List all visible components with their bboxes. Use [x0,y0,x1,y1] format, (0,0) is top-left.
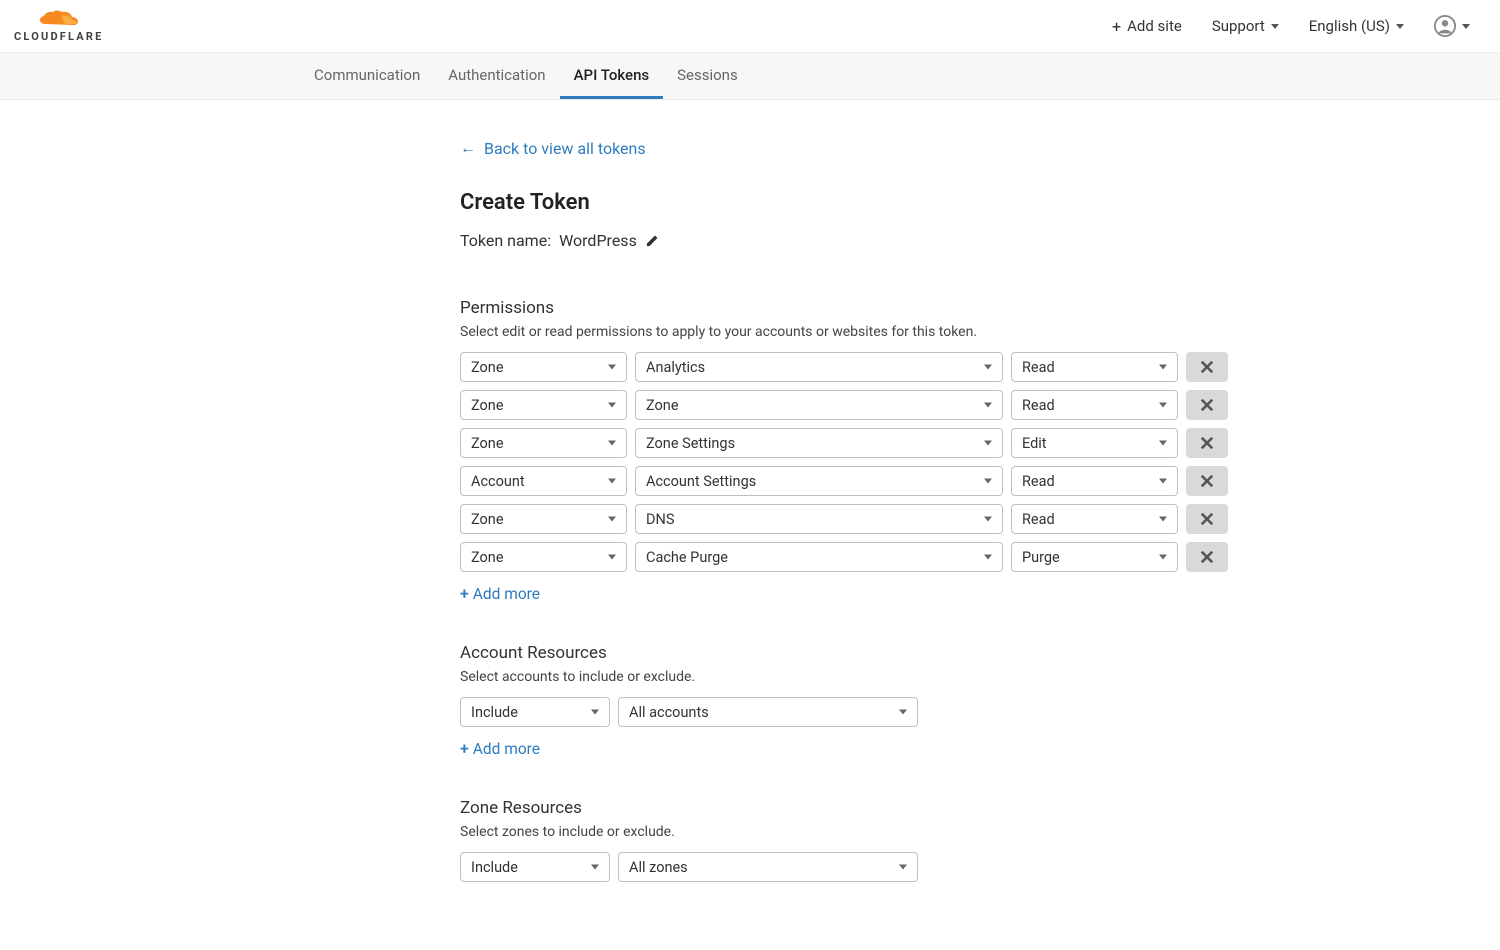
back-link-label: Back to view all tokens [484,139,646,158]
remove-permission-button[interactable] [1186,504,1228,534]
close-icon [1200,360,1214,374]
remove-permission-button[interactable] [1186,466,1228,496]
permission-scope-select[interactable]: Account [460,466,627,496]
remove-permission-button[interactable] [1186,428,1228,458]
permission-access-select[interactable]: Read [1011,390,1178,420]
close-icon [1200,512,1214,526]
permissions-section: Permissions Select edit or read permissi… [460,298,1340,643]
permission-resource-select[interactable]: Zone Settings [635,428,1003,458]
add-permission-button[interactable]: + Add more [460,584,540,603]
close-icon [1200,474,1214,488]
zone-resources-help: Select zones to include or exclude. [460,824,1340,840]
plus-icon: + [1112,17,1121,36]
caret-down-icon [1396,24,1404,29]
permission-row: Zone Cache Purge Purge [460,542,1340,572]
language-label: English (US) [1309,17,1390,35]
permissions-help: Select edit or read permissions to apply… [460,324,1340,340]
zone-resources-section: Zone Resources Select zones to include o… [460,798,1340,882]
brand-text: CLOUDFLARE [14,30,104,43]
tab-api-tokens[interactable]: API Tokens [560,53,664,99]
caret-down-icon [1271,24,1279,29]
zone-resource-row: Include All zones [460,852,1340,882]
remove-permission-button[interactable] [1186,542,1228,572]
plus-icon: + [460,739,469,758]
permission-resource-select[interactable]: DNS [635,504,1003,534]
user-menu[interactable] [1434,15,1470,37]
permission-access-select[interactable]: Read [1011,504,1178,534]
top-header: CLOUDFLARE + Add site Support English (U… [0,0,1500,53]
token-name-label: Token name: [460,231,551,250]
permission-scope-select[interactable]: Zone [460,352,627,382]
add-site-button[interactable]: + Add site [1112,17,1182,36]
tab-authentication[interactable]: Authentication [434,53,559,99]
permission-scope-select[interactable]: Zone [460,504,627,534]
permission-access-select[interactable]: Read [1011,352,1178,382]
language-menu[interactable]: English (US) [1309,17,1404,35]
permissions-heading: Permissions [460,298,1340,318]
main-content: ← Back to view all tokens Create Token T… [160,100,1340,950]
back-link[interactable]: ← Back to view all tokens [460,138,646,158]
plus-icon: + [460,584,469,603]
add-more-label: Add more [473,585,540,603]
tab-communication[interactable]: Communication [300,53,434,99]
account-include-select[interactable]: Include [460,697,610,727]
sub-nav-inner: Communication Authentication API Tokens … [300,53,752,99]
permission-scope-select[interactable]: Zone [460,542,627,572]
account-resources-help: Select accounts to include or exclude. [460,669,1340,685]
close-icon [1200,436,1214,450]
permission-scope-select[interactable]: Zone [460,428,627,458]
permission-row: Account Account Settings Read [460,466,1340,496]
account-resource-row: Include All accounts [460,697,1340,727]
page-title: Create Token [460,190,1340,215]
permission-row: Zone DNS Read [460,504,1340,534]
permission-row: Zone Zone Read [460,390,1340,420]
permission-resource-select[interactable]: Zone [635,390,1003,420]
header-right: + Add site Support English (US) [1112,15,1470,37]
add-more-label: Add more [473,740,540,758]
cloudflare-logo[interactable]: CLOUDFLARE [14,10,104,43]
support-label: Support [1212,17,1265,35]
close-icon [1200,550,1214,564]
caret-down-icon [1462,24,1470,29]
zone-resources-heading: Zone Resources [460,798,1340,818]
remove-permission-button[interactable] [1186,352,1228,382]
permission-access-select[interactable]: Purge [1011,542,1178,572]
account-resources-heading: Account Resources [460,643,1340,663]
support-menu[interactable]: Support [1212,17,1279,35]
permission-row: Zone Analytics Read [460,352,1340,382]
tab-sessions[interactable]: Sessions [663,53,752,99]
zone-include-select[interactable]: Include [460,852,610,882]
sub-nav: Communication Authentication API Tokens … [0,53,1500,100]
account-resources-section: Account Resources Select accounts to inc… [460,643,1340,798]
permission-row: Zone Zone Settings Edit [460,428,1340,458]
permission-resource-select[interactable]: Account Settings [635,466,1003,496]
arrow-left-icon: ← [460,138,476,158]
permission-resource-select[interactable]: Analytics [635,352,1003,382]
cloud-icon [39,10,79,28]
permission-scope-select[interactable]: Zone [460,390,627,420]
add-site-label: Add site [1127,17,1182,35]
permission-resource-select[interactable]: Cache Purge [635,542,1003,572]
add-account-resource-button[interactable]: + Add more [460,739,540,758]
permission-access-select[interactable]: Edit [1011,428,1178,458]
permission-access-select[interactable]: Read [1011,466,1178,496]
account-value-select[interactable]: All accounts [618,697,918,727]
zone-value-select[interactable]: All zones [618,852,918,882]
close-icon [1200,398,1214,412]
remove-permission-button[interactable] [1186,390,1228,420]
token-name-value: WordPress [559,231,637,250]
person-icon [1434,15,1456,37]
pencil-icon[interactable] [645,233,660,248]
token-name-row: Token name: WordPress [460,231,1340,250]
